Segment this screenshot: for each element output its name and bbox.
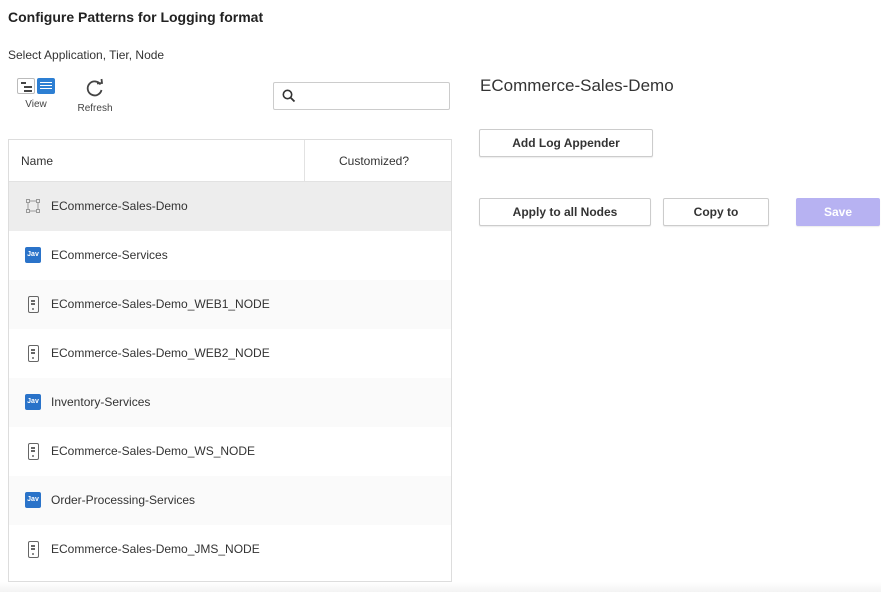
refresh-button[interactable]: Refresh — [72, 78, 118, 114]
row-label: ECommerce-Sales-Demo_WEB2_NODE — [51, 346, 270, 360]
add-log-appender-button[interactable]: Add Log Appender — [479, 129, 653, 157]
table-row[interactable]: Jav Inventory-Services — [9, 378, 451, 427]
tree-view-icon[interactable] — [17, 78, 35, 94]
search-input[interactable] — [302, 86, 446, 108]
entity-table: Name Customized? ECommerce-Sales-Demo Ja… — [8, 139, 452, 582]
column-header-name[interactable]: Name — [21, 154, 53, 168]
column-header-customized[interactable]: Customized? — [339, 154, 409, 168]
row-label: ECommerce-Sales-Demo_WEB1_NODE — [51, 297, 270, 311]
refresh-icon — [86, 78, 104, 97]
table-header: Name Customized? — [9, 140, 451, 182]
java-tier-icon: Jav — [25, 492, 41, 508]
page-title: Configure Patterns for Logging format — [8, 9, 264, 25]
search-icon — [282, 89, 296, 103]
table-row[interactable]: ECommerce-Sales-Demo_WS_NODE — [9, 427, 451, 476]
java-tier-icon: Jav — [25, 394, 41, 410]
row-label: ECommerce-Sales-Demo_WS_NODE — [51, 444, 256, 458]
table-row[interactable]: ECommerce-Sales-Demo_WEB1_NODE — [9, 280, 451, 329]
table-row[interactable]: ECommerce-Sales-Demo — [9, 182, 451, 231]
view-label: View — [25, 99, 47, 110]
node-icon — [28, 541, 39, 558]
selected-entity-title: ECommerce-Sales-Demo — [480, 76, 674, 95]
node-icon — [28, 443, 39, 460]
table-row[interactable]: ECommerce-Sales-Demo_WEB2_NODE — [9, 329, 451, 378]
row-label: ECommerce-Sales-Demo_JMS_NODE — [51, 542, 260, 556]
java-tier-icon: Jav — [25, 247, 41, 263]
toolbar: View Refresh — [10, 78, 120, 126]
save-button[interactable]: Save — [796, 198, 880, 226]
view-toggle[interactable] — [12, 78, 60, 94]
node-icon — [28, 296, 39, 313]
copy-to-button[interactable]: Copy to — [663, 198, 769, 226]
apply-to-all-nodes-button[interactable]: Apply to all Nodes — [479, 198, 651, 226]
node-icon — [28, 345, 39, 362]
row-label: Order-Processing-Services — [51, 493, 196, 507]
table-row[interactable]: Jav ECommerce-Services — [9, 231, 451, 280]
table-row[interactable]: ECommerce-Sales-Demo_JMS_NODE — [9, 525, 451, 574]
view-button[interactable]: View — [12, 78, 60, 110]
search-box[interactable] — [273, 82, 450, 110]
application-icon — [26, 199, 40, 213]
column-divider — [304, 140, 305, 181]
grid-view-icon[interactable] — [37, 78, 55, 94]
row-label: ECommerce-Sales-Demo — [51, 199, 188, 213]
row-label: ECommerce-Services — [51, 248, 168, 262]
refresh-label: Refresh — [77, 103, 113, 114]
footer-divider — [0, 582, 881, 592]
page-subtitle: Select Application, Tier, Node — [8, 48, 165, 62]
table-row[interactable]: Jav Order-Processing-Services — [9, 476, 451, 525]
row-label: Inventory-Services — [51, 395, 151, 409]
